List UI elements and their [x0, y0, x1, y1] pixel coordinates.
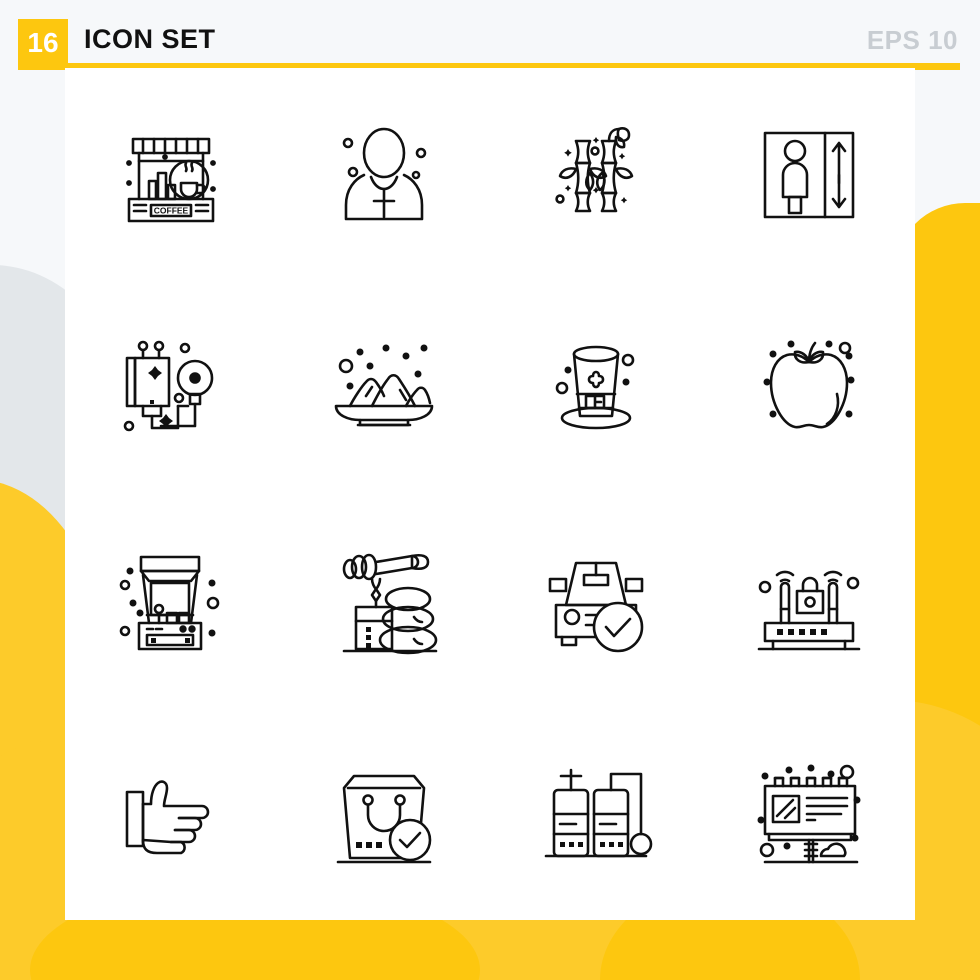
icon-cell-pointing-hand[interactable]	[65, 707, 278, 920]
billboard-icon	[757, 764, 861, 863]
priest-icon	[342, 127, 427, 220]
icon-cell-billboard[interactable]	[703, 707, 916, 920]
secure-router-icon	[757, 570, 861, 650]
icon-set-page: 16 ICON SET EPS 10 COFFEE	[0, 0, 980, 980]
icon-cell-spa-stones[interactable]	[278, 494, 491, 707]
arcade-machine-icon	[119, 555, 220, 650]
bamboo-icon	[555, 126, 634, 212]
shopping-bag-check-icon	[336, 774, 432, 863]
icon-cell-circuit-sensor[interactable]	[65, 281, 278, 494]
icon-cell-coffee-stand[interactable]: COFFEE	[65, 68, 278, 281]
icon-cell-mountain-plate[interactable]	[278, 281, 491, 494]
icon-cell-leprechaun-hat[interactable]	[490, 281, 703, 494]
spa-stones-icon	[342, 553, 438, 654]
page-header: 16 ICON SET EPS 10	[0, 0, 980, 70]
leprechaun-hat-icon	[555, 345, 635, 429]
server-rack-icon	[544, 768, 653, 857]
icon-count-badge: 16	[18, 19, 68, 67]
pointing-hand-icon	[125, 779, 210, 854]
page-title: ICON SET	[84, 24, 216, 54]
icon-cell-elevator[interactable]	[703, 68, 916, 281]
icon-cell-apple[interactable]	[703, 281, 916, 494]
icon-grid-card: COFFEE	[65, 68, 915, 920]
icon-cell-server-rack[interactable]	[490, 707, 703, 920]
car-approved-icon	[548, 561, 644, 652]
elevator-icon	[763, 131, 855, 218]
icon-grid: COFFEE	[65, 68, 915, 920]
icon-cell-secure-router[interactable]	[703, 494, 916, 707]
apple-icon	[763, 340, 855, 428]
icon-cell-arcade-machine[interactable]	[65, 494, 278, 707]
icon-cell-bamboo[interactable]	[490, 68, 703, 281]
icon-cell-shopping-bag-check[interactable]	[278, 707, 491, 920]
circuit-sensor-icon	[123, 340, 214, 431]
coffee-sign-text: COFFEE	[154, 205, 189, 215]
icon-cell-priest[interactable]	[278, 68, 491, 281]
coffee-stand-icon: COFFEE	[126, 137, 217, 222]
icon-cell-car-approved[interactable]	[490, 494, 703, 707]
format-label: EPS 10	[866, 25, 958, 55]
mountain-plate-icon	[334, 344, 434, 426]
